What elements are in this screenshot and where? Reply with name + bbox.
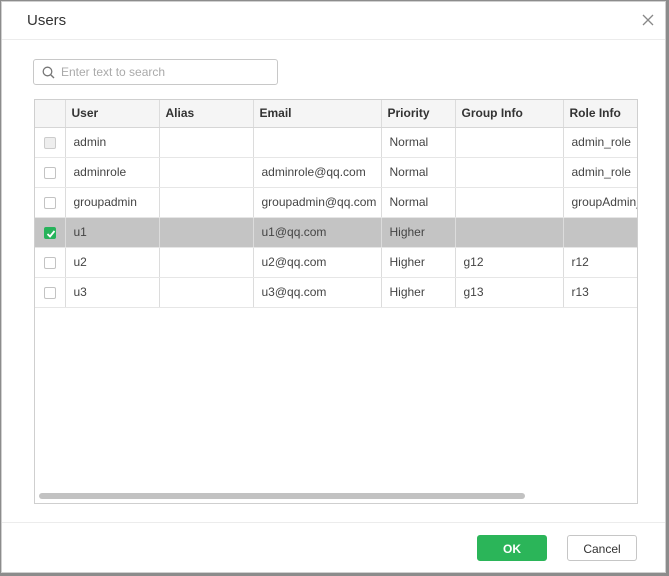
table-row[interactable]: admin Normal admin_role bbox=[35, 127, 637, 158]
column-header-priority[interactable]: Priority bbox=[381, 100, 456, 128]
row-checkbox[interactable] bbox=[43, 166, 56, 179]
row-checkbox-checked[interactable] bbox=[43, 226, 56, 239]
table-row[interactable]: groupadmin groupadmin@qq.com Normal grou… bbox=[35, 187, 637, 218]
cell-role-info: r13 bbox=[563, 277, 637, 308]
cell-email: u2@qq.com bbox=[253, 247, 382, 278]
column-header-email[interactable]: Email bbox=[253, 100, 382, 128]
users-grid: User Alias Email Priority Group Info Rol… bbox=[35, 100, 637, 308]
cell-group-info bbox=[455, 217, 564, 248]
table-header-row: User Alias Email Priority Group Info Rol… bbox=[35, 100, 637, 128]
cell-priority: Normal bbox=[381, 127, 456, 158]
cell-role-info: r12 bbox=[563, 247, 637, 278]
row-checkbox-cell bbox=[35, 157, 66, 188]
cancel-button[interactable]: Cancel bbox=[567, 535, 637, 561]
cell-role-info: admin_role bbox=[563, 157, 637, 188]
cell-priority: Normal bbox=[381, 187, 456, 218]
cell-email: groupadmin@qq.com bbox=[253, 187, 382, 218]
table-row[interactable]: adminrole adminrole@qq.com Normal admin_… bbox=[35, 157, 637, 188]
row-checkbox-cell bbox=[35, 127, 66, 158]
cell-alias bbox=[159, 187, 254, 218]
row-checkbox-cell bbox=[35, 247, 66, 278]
cell-alias bbox=[159, 247, 254, 278]
cell-alias bbox=[159, 127, 254, 158]
checkmark-icon bbox=[46, 230, 55, 238]
cell-group-info: g13 bbox=[455, 277, 564, 308]
cell-role-info bbox=[563, 217, 637, 248]
cell-user: u2 bbox=[65, 247, 160, 278]
users-table: User Alias Email Priority Group Info Rol… bbox=[34, 99, 638, 504]
cell-user: adminrole bbox=[65, 157, 160, 188]
row-checkbox[interactable] bbox=[43, 196, 56, 209]
table-row-selected[interactable]: u1 u1@qq.com Higher bbox=[35, 217, 637, 248]
dialog-title: Users bbox=[27, 12, 67, 29]
cell-group-info: g12 bbox=[455, 247, 564, 278]
cell-alias bbox=[159, 157, 254, 188]
cell-priority: Higher bbox=[381, 217, 456, 248]
cell-group-info bbox=[455, 157, 564, 188]
cell-role-info: admin_role bbox=[563, 127, 637, 158]
cell-email: adminrole@qq.com bbox=[253, 157, 382, 188]
cell-priority: Higher bbox=[381, 277, 456, 308]
dialog-footer: OK Cancel bbox=[2, 522, 665, 572]
row-checkbox-cell bbox=[35, 217, 66, 248]
column-header-alias[interactable]: Alias bbox=[159, 100, 254, 128]
table-row[interactable]: u3 u3@qq.com Higher g13 r13 bbox=[35, 277, 637, 308]
cell-email: u3@qq.com bbox=[253, 277, 382, 308]
cell-alias bbox=[159, 277, 254, 308]
cell-email bbox=[253, 127, 382, 158]
cell-priority: Higher bbox=[381, 247, 456, 278]
cell-alias bbox=[159, 217, 254, 248]
cell-user: admin bbox=[65, 127, 160, 158]
cell-email: u1@qq.com bbox=[253, 217, 382, 248]
ok-button[interactable]: OK bbox=[477, 535, 547, 561]
row-checkbox[interactable] bbox=[43, 286, 56, 299]
cell-group-info bbox=[455, 127, 564, 158]
search-box[interactable] bbox=[33, 59, 278, 85]
cell-role-info: groupAdmin_ bbox=[563, 187, 637, 218]
close-icon[interactable] bbox=[641, 13, 655, 27]
horizontal-scrollbar[interactable] bbox=[39, 493, 525, 499]
header-checkbox-cell bbox=[35, 100, 66, 128]
search-icon bbox=[42, 66, 55, 79]
column-header-role-info[interactable]: Role Info bbox=[563, 100, 637, 128]
cell-user: groupadmin bbox=[65, 187, 160, 218]
search-input[interactable] bbox=[61, 62, 271, 82]
cell-user: u3 bbox=[65, 277, 160, 308]
cell-group-info bbox=[455, 187, 564, 218]
row-checkbox[interactable] bbox=[43, 256, 56, 269]
dialog-header: Users bbox=[2, 2, 665, 40]
column-header-user[interactable]: User bbox=[65, 100, 160, 128]
column-header-group-info[interactable]: Group Info bbox=[455, 100, 564, 128]
table-row[interactable]: u2 u2@qq.com Higher g12 r12 bbox=[35, 247, 637, 278]
cell-user: u1 bbox=[65, 217, 160, 248]
row-checkbox-cell bbox=[35, 277, 66, 308]
row-checkbox bbox=[43, 136, 56, 149]
row-checkbox-cell bbox=[35, 187, 66, 218]
cell-priority: Normal bbox=[381, 157, 456, 188]
users-dialog: Users Enter text to search User Alias Em… bbox=[1, 1, 666, 573]
